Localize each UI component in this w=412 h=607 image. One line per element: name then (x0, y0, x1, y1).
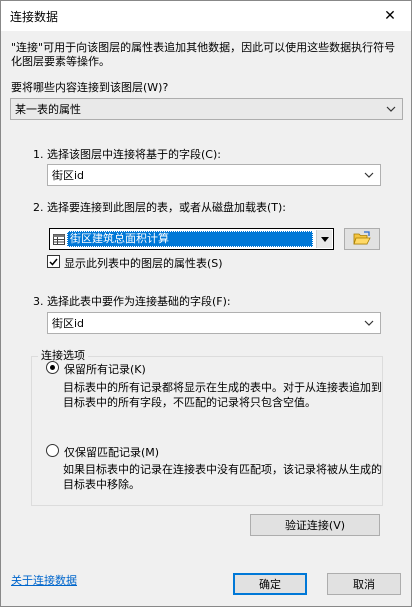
checkmark-icon (49, 258, 58, 266)
join-what-dropdown[interactable]: 某一表的属性 (10, 98, 403, 120)
validate-join-button[interactable]: 验证连接(V) (250, 514, 380, 536)
about-join-link[interactable]: 关于连接数据 (11, 572, 77, 588)
step3-label: 3. 选择此表中要作为连接基础的字段(F): (33, 295, 231, 308)
keep-matching-description: 如果目标表中的记录在连接表中没有匹配项，该记录将被从生成的目标表中移除。 (63, 463, 382, 491)
cancel-button[interactable]: 取消 (327, 573, 401, 595)
chevron-down-icon (363, 316, 375, 330)
chevron-down-icon (363, 168, 375, 182)
ok-button[interactable]: 确定 (233, 573, 307, 595)
join-field-value: 街区id (52, 317, 85, 330)
keep-all-description: 目标表中的所有记录都将显示在生成的表中。对于从连接表追加到目标表中的所有字段，不… (63, 381, 382, 409)
show-layer-attrs-checkbox[interactable] (47, 255, 60, 268)
join-table-value: 街区建筑总面积计算 (67, 231, 313, 247)
close-button[interactable]: ✕ (369, 1, 411, 31)
dialog-title: 连接数据 (10, 10, 59, 24)
keep-matching-label: 仅保留匹配记录(M) (64, 446, 160, 459)
layer-field-value: 街区id (52, 169, 85, 182)
layer-field-dropdown[interactable]: 街区id (47, 164, 381, 186)
join-what-label: 要将哪些内容连接到该图层(W)? (11, 81, 169, 94)
browse-table-button[interactable] (344, 228, 380, 250)
close-icon: ✕ (384, 8, 396, 24)
join-what-value: 某一表的属性 (15, 103, 81, 116)
join-table-dropdown[interactable]: 街区建筑总面积计算 (49, 228, 334, 250)
keep-matching-radio[interactable] (46, 444, 59, 457)
title-bar: 连接数据 ✕ (1, 1, 411, 31)
dialog-description: "连接"可用于向该图层的属性表追加其他数据，因此可以使用这些数据执行符号化图层要… (11, 41, 396, 68)
chevron-down-icon (385, 102, 397, 116)
join-field-dropdown[interactable]: 街区id (47, 312, 381, 334)
show-layer-attrs-label: 显示此列表中的图层的属性表(S) (64, 257, 223, 270)
keep-all-label: 保留所有记录(K) (64, 363, 146, 376)
open-folder-icon (353, 230, 371, 248)
join-data-dialog: 连接数据 ✕ "连接"可用于向该图层的属性表追加其他数据，因此可以使用这些数据执… (0, 0, 412, 607)
step1-label: 1. 选择该图层中连接将基于的字段(C): (33, 148, 221, 161)
step2-label: 2. 选择要连接到此图层的表，或者从磁盘加载表(T): (33, 201, 286, 214)
keep-all-radio[interactable] (46, 361, 59, 374)
chevron-down-icon (316, 230, 332, 248)
table-icon (53, 234, 65, 248)
